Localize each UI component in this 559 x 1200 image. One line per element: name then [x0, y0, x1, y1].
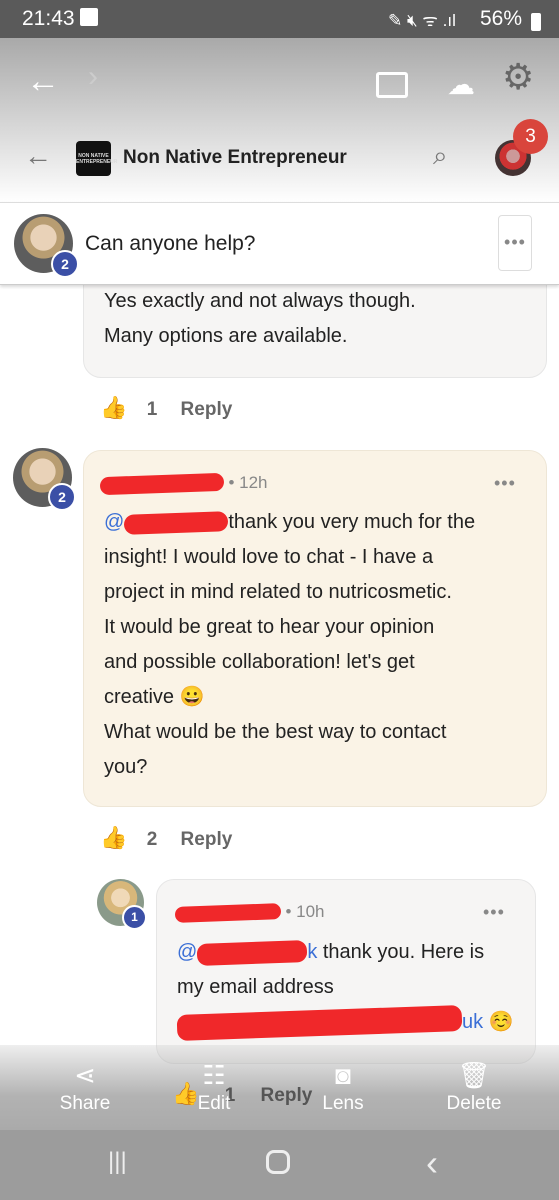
notification-badge[interactable]: 3: [513, 119, 548, 154]
trash-icon: 🗑︎: [457, 1060, 491, 1090]
author-level-badge: 2: [51, 250, 79, 278]
lens-button[interactable]: ◙ Lens: [293, 1057, 393, 1115]
emoji: ☺️: [488, 1011, 514, 1033]
home-button[interactable]: [266, 1150, 290, 1174]
share-button[interactable]: ⋖ Share: [35, 1057, 135, 1115]
email-tail[interactable]: uk: [462, 1011, 483, 1033]
like-row: 👍 2 Reply: [100, 825, 232, 851]
like-row: 👍 1 Reply: [100, 395, 232, 421]
image-icon: [80, 8, 98, 26]
reply-button[interactable]: Reply: [181, 829, 233, 850]
thumbs-up-icon[interactable]: 👍: [100, 825, 127, 850]
comment-more-button[interactable]: •••: [494, 473, 516, 494]
reply-button[interactable]: Reply: [181, 399, 233, 420]
post-more-button[interactable]: •••: [498, 215, 532, 271]
comment-time: • 10h: [285, 902, 325, 921]
search-icon[interactable]: ⌕: [433, 140, 448, 172]
back-arrow-icon[interactable]: ←: [26, 62, 60, 101]
comment-line: creative 😀: [104, 686, 205, 708]
cloud-upload-icon[interactable]: ☁: [447, 68, 475, 101]
forward-chevron-icon[interactable]: ›: [88, 60, 98, 94]
comment-line: What would be the best way to contact: [104, 721, 447, 743]
mention[interactable]: @: [177, 941, 197, 963]
clock: 21:43: [22, 7, 75, 30]
comment-bubble: • 10h ••• @ k thank you. Here is my email…: [156, 879, 536, 1064]
share-icon: ⋖: [74, 1060, 96, 1090]
comment-time: • 12h: [228, 473, 268, 492]
status-bar: 21:43 ✎ 🔇︎ ᯤ .ıl 56%: [0, 0, 559, 38]
back-button[interactable]: ‹: [426, 1142, 438, 1184]
comment-line: insight! I would love to chat - I have a: [104, 546, 434, 568]
mention-tail[interactable]: k: [307, 941, 317, 963]
delete-button[interactable]: 🗑︎ Delete: [424, 1057, 524, 1115]
post-title: Can anyone help?: [85, 232, 256, 255]
comment-line: thank you. Here is: [322, 941, 485, 963]
gallery-toolbar: [0, 38, 559, 203]
group-back-icon[interactable]: ←: [24, 140, 52, 172]
group-title[interactable]: Non Native Entrepreneur: [123, 147, 347, 169]
like-count: 2: [146, 829, 158, 850]
status-icons: ✎ 🔇︎ ᯤ .ıl: [388, 11, 456, 30]
comment-line: thank you very much for the: [228, 511, 476, 533]
edit-button[interactable]: ☷ Edit: [164, 1057, 264, 1115]
recent-apps-button[interactable]: |||: [108, 1148, 127, 1176]
comment-line: It would be great to hear your opinion: [104, 616, 435, 638]
lens-icon: ◙: [335, 1060, 351, 1090]
system-nav-bar: ||| ‹: [0, 1130, 559, 1200]
comment-line: you?: [104, 756, 148, 778]
settings-gear-icon[interactable]: ⚙: [502, 56, 534, 98]
post-header: 2 Can anyone help? •••: [0, 202, 559, 285]
comment-line: Many options are available.: [104, 325, 348, 347]
thumbs-up-icon[interactable]: 👍: [100, 395, 127, 420]
like-count: 1: [146, 399, 158, 420]
commenter-badge: 2: [48, 483, 76, 511]
reply-author-badge: 1: [122, 905, 147, 930]
group-logo: NON NATIVE ENTREPRENEUR: [76, 141, 117, 176]
redacted-mention: [123, 510, 229, 535]
redacted-name: [99, 472, 225, 495]
comment-line: my email address: [177, 976, 334, 998]
comment-line: project in mind related to nutricosmetic…: [104, 581, 452, 603]
redacted-mention: [196, 939, 308, 966]
redacted-email: [176, 1004, 463, 1041]
battery-icon: [531, 13, 541, 31]
battery-level: 56%: [480, 7, 523, 30]
comment-bubble: • 12h ••• @ thank you very much for the i…: [83, 450, 547, 807]
cast-icon[interactable]: [376, 72, 408, 98]
sliders-icon: ☷: [202, 1060, 226, 1090]
comment-line: Yes exactly and not always though.: [104, 290, 416, 312]
mention[interactable]: @: [104, 511, 124, 533]
comment-more-button[interactable]: •••: [483, 902, 505, 923]
comment-line: and possible collaboration! let's get: [104, 651, 415, 673]
redacted-name: [174, 902, 282, 923]
